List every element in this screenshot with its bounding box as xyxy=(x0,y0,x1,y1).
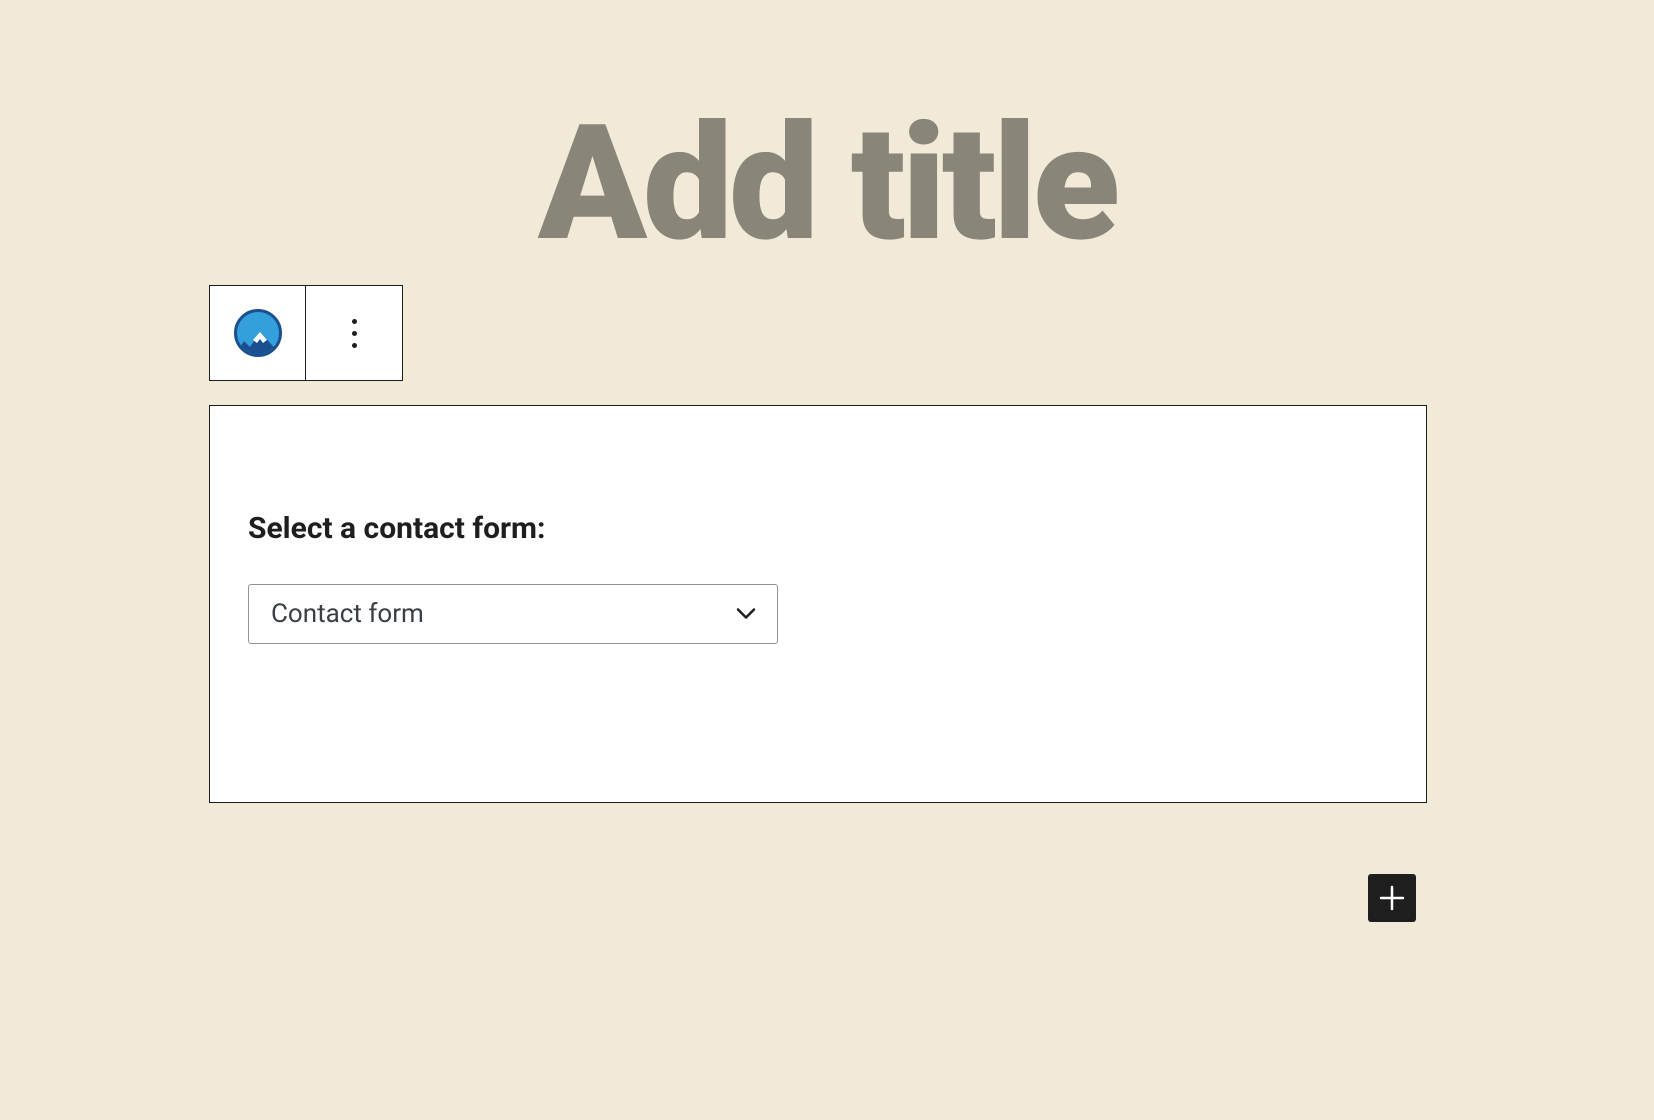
page-title-input[interactable]: Add title xyxy=(0,105,1654,265)
contact-form-block: Select a contact form: Contact form xyxy=(209,405,1427,803)
block-more-options-button[interactable] xyxy=(306,286,402,380)
more-vertical-icon xyxy=(352,319,357,348)
contact-form-select-wrapper: Contact form xyxy=(248,584,778,644)
add-block-button[interactable] xyxy=(1368,874,1416,922)
block-type-button[interactable] xyxy=(210,286,306,380)
contact-form-select[interactable]: Contact form xyxy=(248,584,778,644)
block-toolbar xyxy=(209,285,403,381)
mountain-logo-icon xyxy=(234,309,282,357)
plus-icon xyxy=(1378,884,1406,912)
select-form-label: Select a contact form: xyxy=(248,511,1388,546)
